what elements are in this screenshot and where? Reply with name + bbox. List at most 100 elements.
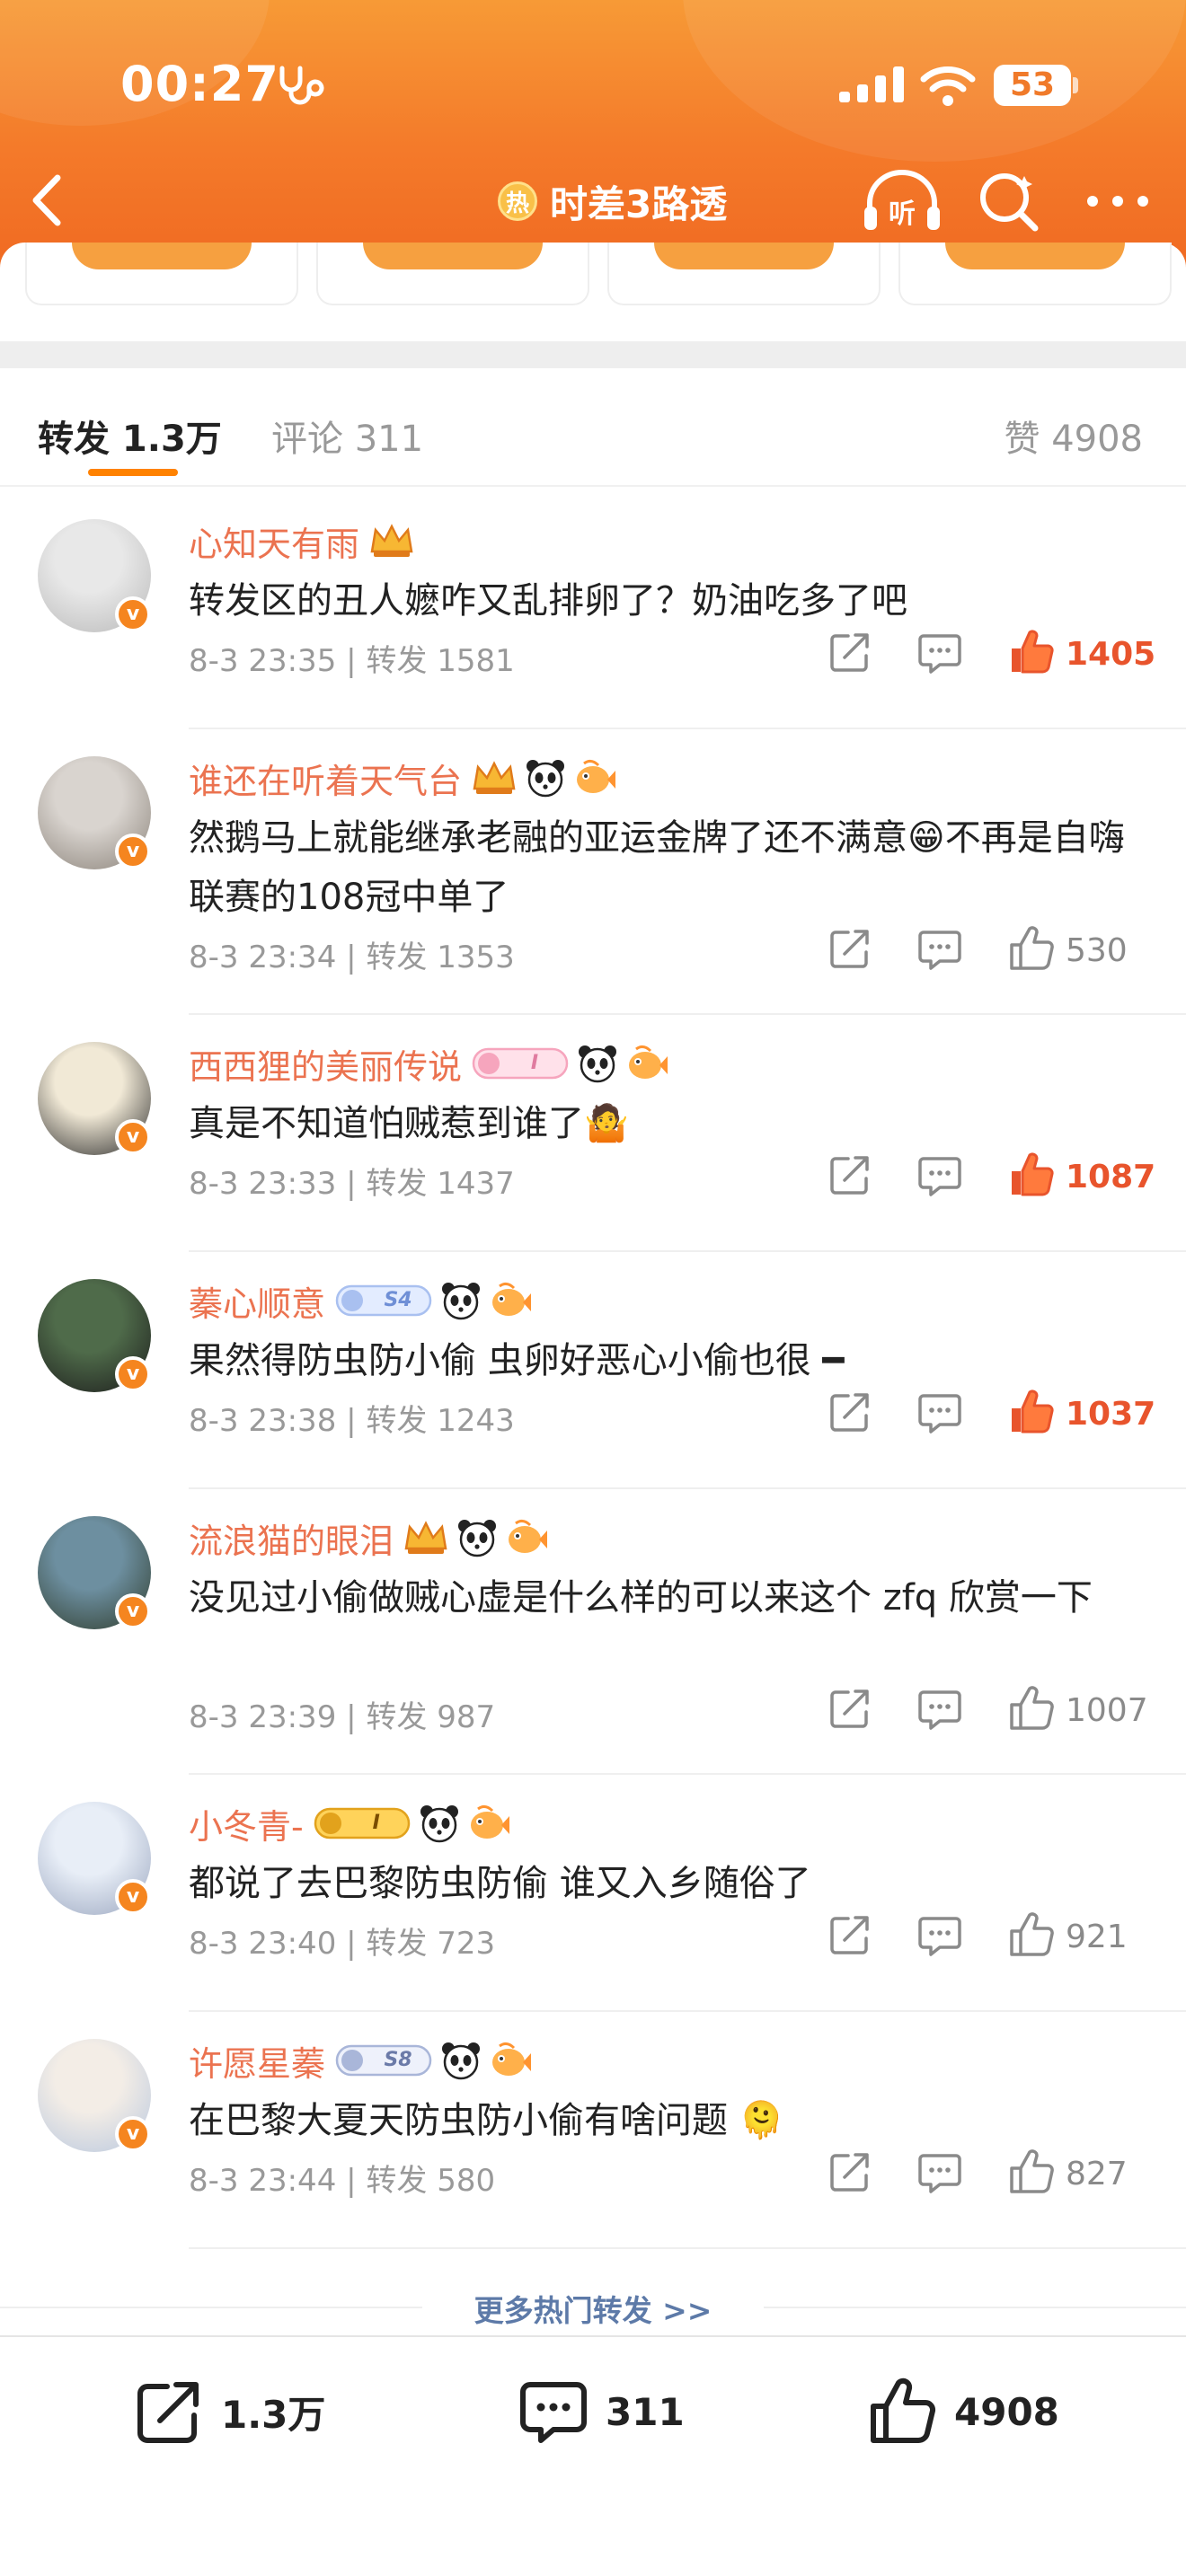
share-icon[interactable] <box>825 1683 875 1734</box>
panda-icon <box>577 1044 618 1083</box>
forward-item[interactable]: v 流浪猫的眼泪 没见过小偷做贼心虚是什么样的可以来这个 zfq 欣赏一下 8-… <box>0 1489 1186 1775</box>
comment-icon <box>520 2382 587 2443</box>
bottom-like-button[interactable]: 4908 <box>866 2371 1059 2452</box>
share-icon[interactable] <box>825 2147 875 2197</box>
username-row: 小冬青- I <box>189 1798 518 1848</box>
more-forwards-row: 更多热门转发 >> <box>0 2281 1186 2335</box>
username[interactable]: 心知天有雨 <box>189 516 359 566</box>
action-card[interactable] <box>607 243 881 305</box>
forward-text: 然鹅马上就能继承老融的亚运金牌了还不满意😁不再是自嗨联赛的108冠中单了 <box>189 817 1125 918</box>
username[interactable]: 谁还在听着天气台 <box>189 754 462 803</box>
like-icon[interactable] <box>1006 1683 1057 1734</box>
username[interactable]: 蓁心顺意 <box>189 1276 325 1326</box>
share-icon[interactable] <box>825 1910 875 1960</box>
forward-icon <box>137 2382 199 2443</box>
like-count: 1007 <box>1066 1692 1148 1729</box>
back-arrow-icon[interactable] <box>25 171 70 230</box>
share-icon[interactable] <box>825 923 875 974</box>
blue-level-badge: S4 <box>334 1281 433 1320</box>
comment-icon[interactable] <box>915 923 965 974</box>
stethoscope-icon <box>279 66 324 105</box>
bottom-comment-button[interactable]: 311 <box>518 2371 685 2452</box>
tab-forward[interactable]: 转发 1.3万 <box>38 410 222 462</box>
verified-badge-icon: v <box>115 1356 151 1392</box>
bottom-forward-button[interactable]: 1.3万 <box>133 2371 325 2452</box>
battery-cap <box>1073 77 1078 93</box>
header-bar: 00:27 53 热 时差3路透 听 <box>0 0 1186 269</box>
battery-level: 53 <box>994 65 1071 106</box>
forward-item[interactable]: v 蓁心顺意 S4 果然得防虫防小偷 虫卵好恶心小偷也很 ━ 8-3 23:38… <box>0 1252 1186 1489</box>
fish-icon <box>573 758 616 798</box>
like-count: 921 <box>1066 1919 1128 1955</box>
crown-badge-icon <box>471 758 518 798</box>
tab-comment[interactable]: 评论 311 <box>271 410 423 462</box>
level-label: I <box>372 1812 380 1834</box>
like-filled-icon[interactable] <box>1006 1150 1057 1200</box>
forward-item[interactable]: v 小冬青- I 都说了去巴黎防虫防偷 谁又入乡随俗了 8-3 23:40 | … <box>0 1775 1186 2012</box>
hot-badge-icon: 热 <box>498 181 537 221</box>
verified-badge-icon: v <box>115 1119 151 1155</box>
comment-icon[interactable] <box>915 1910 965 1960</box>
forward-text: 在巴黎大夏天防虫防小偷有啥问题 🫠 <box>189 2100 784 2141</box>
like-count: 1037 <box>1066 1396 1156 1433</box>
level-label: I <box>530 1052 539 1074</box>
more-options-icon[interactable] <box>1084 180 1152 223</box>
level-label: S4 <box>384 1289 412 1311</box>
forward-item[interactable]: v 西西狸的美丽传说 I 真是不知道怕贼惹到谁了🤷 8-3 23:33 | 转发… <box>0 1015 1186 1252</box>
fish-icon <box>489 1281 532 1320</box>
bottom-like-count: 4908 <box>954 2389 1059 2434</box>
like-icon[interactable] <box>1006 923 1057 974</box>
wifi-icon <box>920 66 976 106</box>
forward-item[interactable]: v 谁还在听着天气台 然鹅马上就能继承老融的亚运金牌了还不满意😁不再是自嗨联赛的… <box>0 729 1186 1015</box>
share-icon[interactable] <box>825 1387 875 1437</box>
share-icon[interactable] <box>825 1150 875 1200</box>
crown-badge-icon <box>403 1518 449 1557</box>
forward-meta: 8-3 23:34 | 转发 1353 <box>189 940 515 975</box>
item-divider <box>189 2247 1186 2249</box>
like-icon <box>871 2378 936 2443</box>
forward-item[interactable]: v 许愿星蓁 S8 在巴黎大夏天防虫防小偷有啥问题 🫠 8-3 23:44 | … <box>0 2012 1186 2249</box>
crown-badge-icon <box>368 521 415 560</box>
like-filled-icon[interactable] <box>1006 1387 1057 1437</box>
forward-item[interactable]: v 心知天有雨 转发区的丑人嬷咋又乱排卵了？奶油吃多了吧 8-3 23:35 |… <box>0 492 1186 729</box>
comment-icon[interactable] <box>915 1683 965 1734</box>
share-icon[interactable] <box>825 627 875 677</box>
comment-icon[interactable] <box>915 627 965 677</box>
forward-meta: 8-3 23:35 | 转发 1581 <box>189 643 515 679</box>
listen-headphones-icon[interactable]: 听 <box>861 167 943 235</box>
verified-badge-icon: v <box>115 1593 151 1629</box>
tab-like[interactable]: 赞 4908 <box>1004 410 1143 462</box>
like-count: 530 <box>1066 932 1128 969</box>
butterfly-level-badge: S8 <box>334 2041 433 2080</box>
username-row: 流浪猫的眼泪 <box>189 1513 555 1563</box>
bottom-bar-separator <box>0 2335 1186 2337</box>
search-icon[interactable] <box>978 169 1040 232</box>
like-count: 1087 <box>1066 1159 1156 1195</box>
status-time: 00:27 <box>120 56 279 112</box>
like-icon[interactable] <box>1006 2147 1057 2197</box>
username-row: 许愿星蓁 S8 <box>189 2035 539 2086</box>
forward-text: 果然得防虫防小偷 虫卵好恶心小偷也很 ━ <box>189 1340 845 1381</box>
level-label: S8 <box>384 2049 412 2071</box>
like-filled-icon[interactable] <box>1006 627 1057 677</box>
page-title-group[interactable]: 热 时差3路透 <box>498 174 727 228</box>
forward-meta: 8-3 23:40 | 转发 723 <box>189 1926 496 1962</box>
comment-icon[interactable] <box>915 1387 965 1437</box>
active-tab-indicator <box>88 469 178 476</box>
forward-text: 都说了去巴黎防虫防偷 谁又入乡随俗了 <box>189 1863 811 1904</box>
panda-icon <box>419 1804 460 1843</box>
comment-icon[interactable] <box>915 2147 965 2197</box>
more-hot-forwards-link[interactable]: 更多热门转发 >> <box>0 2287 1186 2330</box>
username[interactable]: 流浪猫的眼泪 <box>189 1513 394 1563</box>
action-card[interactable] <box>25 243 298 305</box>
comment-icon[interactable] <box>915 1150 965 1200</box>
username[interactable]: 许愿星蓁 <box>189 2036 325 2086</box>
like-icon[interactable] <box>1006 1910 1057 1960</box>
action-card[interactable] <box>316 243 589 305</box>
forward-text: 真是不知道怕贼惹到谁了🤷 <box>189 1103 629 1144</box>
fish-icon <box>625 1044 668 1083</box>
username[interactable]: 西西狸的美丽传说 <box>189 1039 462 1089</box>
action-card[interactable] <box>898 243 1172 305</box>
verified-badge-icon: v <box>115 834 151 869</box>
username[interactable]: 小冬青- <box>189 1799 304 1848</box>
